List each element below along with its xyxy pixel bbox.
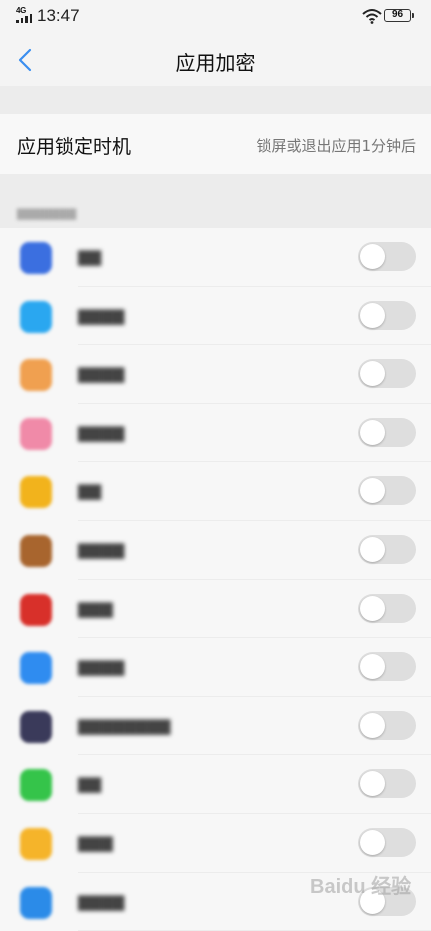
battery-icon: 96 [384,9,414,22]
lock-timing-value: 锁屏或退出应用1分钟后 [256,137,416,155]
app-row: ▇▇ [0,462,431,521]
app-row: ▇▇▇▇ [0,638,431,697]
status-bar: 4G 13:47 96 [0,0,431,34]
notes-icon [20,476,52,509]
lock-timing-row[interactable]: 应用锁定时机 锁屏或退出应用1分钟后 [0,114,431,174]
app-name: ▇▇▇▇ [78,892,125,911]
app-row: ▇▇▇▇ [0,520,431,580]
baidu-netdisk-icon [20,359,52,392]
bilibili-icon [20,417,52,450]
app-row: ▇▇▇ [0,579,431,639]
lock-toggle[interactable] [358,593,416,623]
lock-toggle[interactable] [358,710,416,740]
installed-apps-header: ▇▇▇▇▇▇▇ [17,207,77,220]
app-row: ▇▇ [0,228,431,287]
lock-toggle[interactable] [358,242,416,271]
lock-toggle[interactable] [358,534,416,564]
toggle-knob [360,829,385,855]
app-name: ▇▇▇▇ [78,365,125,384]
lock-toggle[interactable] [358,476,416,506]
lock-timing-label: 应用锁定时机 [17,136,132,158]
app-row: ▇▇ [0,755,431,814]
toggle-knob [360,771,385,797]
toggle-knob [360,361,385,387]
app-name: ▇▇▇▇▇▇▇▇ [78,716,171,735]
lock-toggle[interactable] [358,827,416,857]
ebook-icon [20,827,52,860]
game-avatar-icon [20,710,52,743]
phone-icon [20,769,52,802]
section-divider [0,86,431,114]
toggle-knob [360,478,385,504]
toggle-knob [360,654,385,680]
toggle-knob [360,536,385,562]
baidu-icon [20,242,52,274]
signal-icon [16,14,32,23]
nav-bar: 应用加密 [0,34,431,86]
toggle-knob [360,419,385,445]
app-name: ▇▇▇▇ [78,306,125,325]
toggle-knob [360,595,385,621]
app-row: ▇▇▇▇ [0,403,431,463]
app-name: ▇▇▇ [78,599,113,618]
app-name: ▇▇ [78,248,102,266]
status-time: 13:47 [37,6,80,25]
lock-toggle[interactable] [358,769,416,799]
cloud-drive-icon [20,652,52,685]
lock-toggle[interactable] [358,417,416,447]
app-row: ▇▇▇▇ [0,345,431,404]
app-name: ▇▇▇▇ [78,658,125,677]
baidu-watermark: Baidu 经验 [310,876,412,898]
page-title: 应用加密 [175,51,256,75]
app-name: ▇▇ [78,775,102,794]
baidu-translate-icon [20,300,52,333]
wifi-icon [362,9,382,24]
lock-toggle[interactable] [358,652,416,682]
toggle-knob [360,302,385,328]
lock-toggle[interactable] [358,359,416,389]
app-name: ▇▇▇▇ [78,540,125,559]
app-row: ▇▇▇▇ [0,286,431,346]
toggle-knob [360,712,385,738]
game-icon [20,534,52,567]
app-name: ▇▇▇▇ [78,423,125,442]
app-name: ▇▇ [78,482,102,501]
email-icon [20,886,52,919]
red-app-icon [20,593,52,626]
app-row: ▇▇▇▇▇▇▇▇ [0,696,431,756]
app-list: ▇▇ ▇▇▇▇ ▇▇▇▇ ▇▇▇▇ ▇▇ ▇▇▇▇ ▇▇▇ ▇▇▇▇ ▇▇▇▇▇▇▇▇ ▇▇ ▇▇▇… [0,228,431,931]
app-name: ▇▇▇ [78,833,113,852]
lock-toggle[interactable] [358,300,416,330]
app-row: ▇▇▇ [0,813,431,873]
toggle-knob [360,244,385,269]
